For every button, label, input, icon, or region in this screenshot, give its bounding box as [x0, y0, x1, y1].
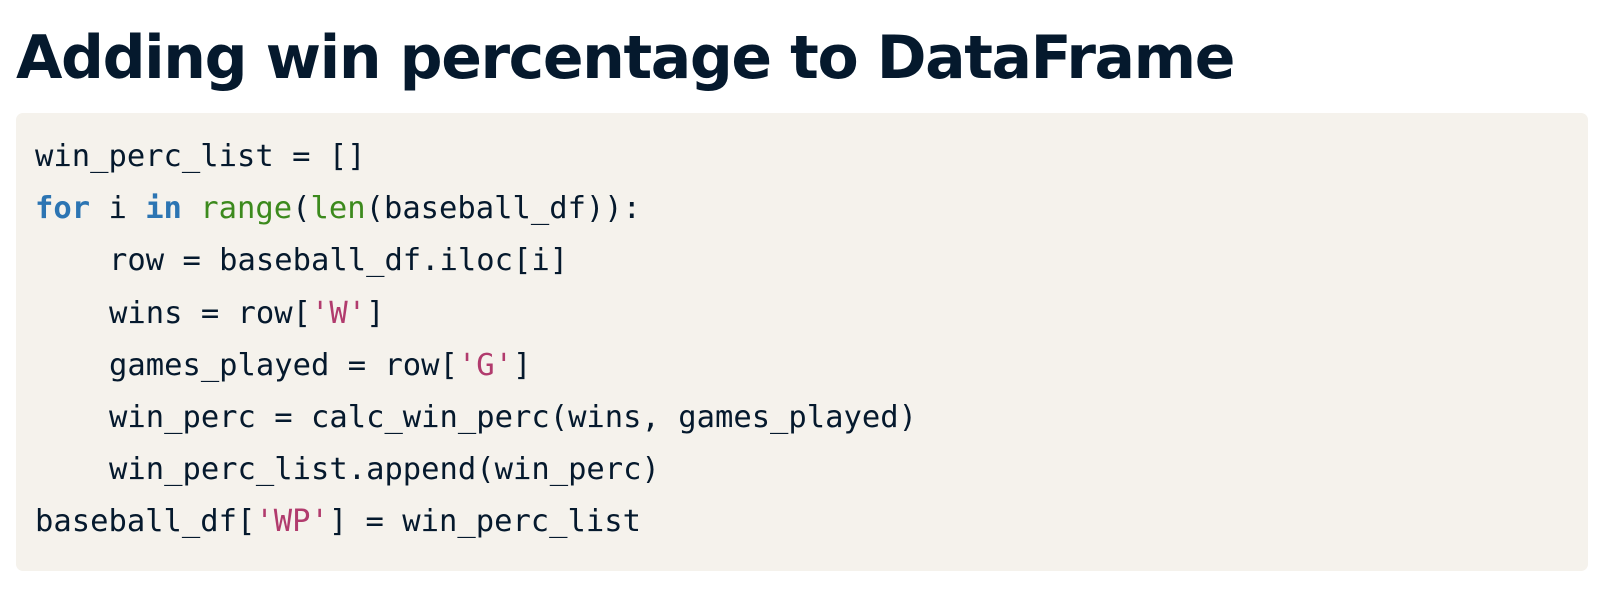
code-line: for i in range(len(baseball_df)):: [35, 183, 1588, 235]
code-builtin: len: [310, 191, 366, 227]
code-line: baseball_df['WP'] = win_perc_list: [35, 496, 1588, 548]
code-text: win_perc_list.append(win_perc): [109, 452, 660, 488]
code-text: baseball_df[: [35, 504, 256, 540]
code-builtin: range: [200, 191, 293, 227]
code-string: 'G': [457, 347, 513, 383]
code-keyword: in: [145, 191, 182, 227]
page-title: Adding win percentage to DataFrame: [16, 23, 1235, 93]
code-text: wins = row[: [109, 295, 311, 331]
code-text: row = baseball_df.iloc[i]: [109, 243, 569, 279]
code-text: (: [292, 191, 311, 227]
code-text: ]: [366, 295, 385, 331]
code-line: win_perc_list.append(win_perc): [35, 444, 1588, 496]
code-block: win_perc_list = [] for i in range(len(bas…: [16, 113, 1588, 571]
code-text: (baseball_df)):: [365, 191, 642, 227]
code-line: games_played = row['G']: [35, 340, 1588, 392]
code-line: win_perc = calc_win_perc(wins, games_pla…: [35, 392, 1588, 444]
code-text: games_played = row[: [109, 347, 458, 383]
code-text: win_perc = calc_win_perc(wins, games_pla…: [109, 399, 917, 435]
code-text: ]: [512, 347, 532, 383]
code-text: i: [90, 191, 146, 227]
code-string: 'W': [311, 295, 367, 331]
code-text: ] = win_perc_list: [328, 504, 641, 540]
code-line: row = baseball_df.iloc[i]: [35, 235, 1588, 287]
code-line: wins = row['W']: [35, 288, 1588, 340]
code-line: win_perc_list = []: [35, 131, 1588, 183]
code-lines: win_perc_list = [] for i in range(len(bas…: [35, 131, 1588, 549]
code-string: 'WP': [255, 504, 329, 540]
code-keyword: for: [35, 191, 91, 227]
code-text: win_perc_list = []: [35, 139, 366, 174]
